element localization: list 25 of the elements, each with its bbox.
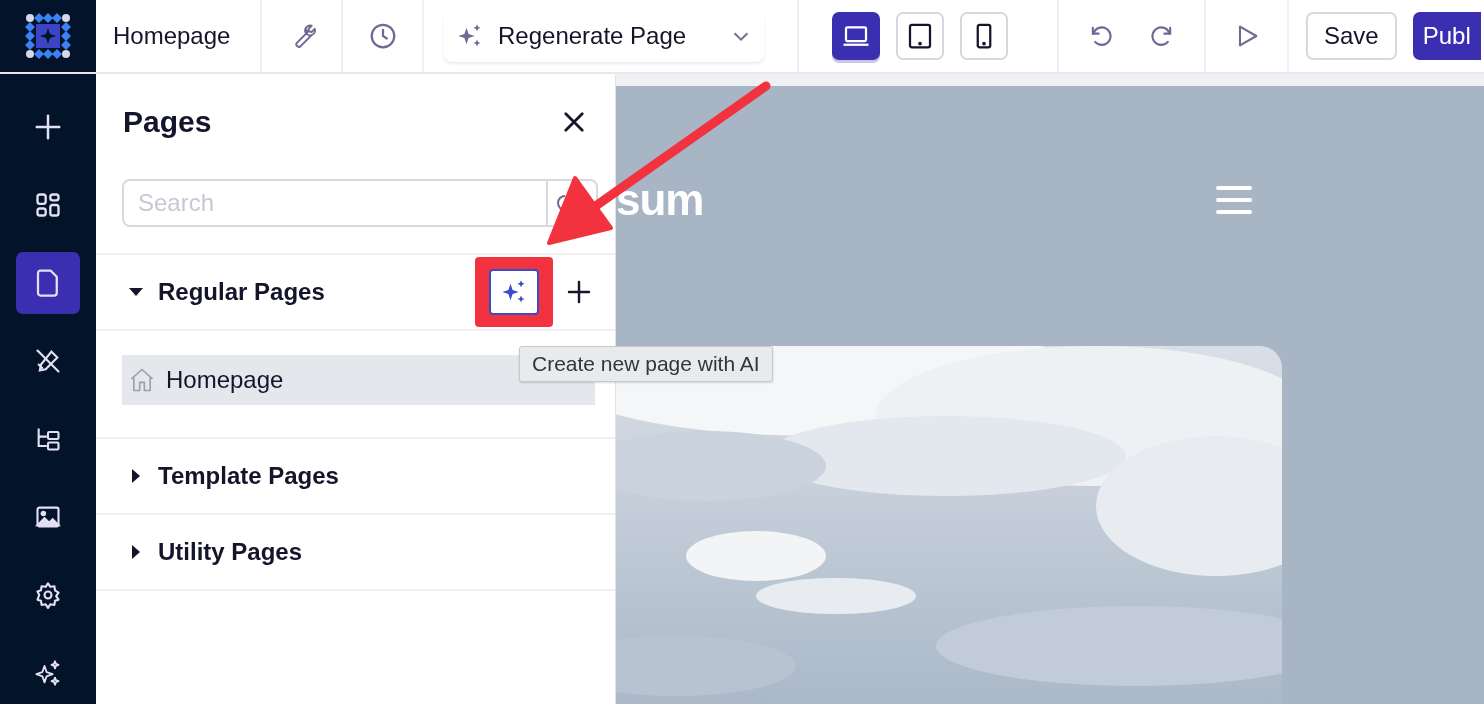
section-title[interactable]: Template Pages [158, 462, 595, 490]
sparkles-icon [34, 659, 62, 687]
section-title[interactable]: Utility Pages [158, 538, 595, 566]
search-field[interactable]: Search [122, 179, 548, 227]
page-name: Homepage [113, 22, 231, 50]
grid-icon [34, 191, 62, 219]
ai-page-button[interactable] [489, 269, 539, 315]
logo [25, 13, 71, 59]
home-icon [128, 366, 156, 394]
gear-icon [34, 581, 62, 609]
site-logo: sum [616, 175, 704, 225]
page-name: Homepage [166, 366, 284, 394]
plus-icon [567, 280, 591, 304]
tooltip: Create new page with AI [519, 346, 773, 382]
section-title[interactable]: Regular Pages [158, 278, 463, 306]
sidebar-button[interactable] [16, 252, 80, 314]
plus-icon [33, 112, 63, 142]
panel-title: Pages [123, 105, 212, 139]
device-button[interactable] [832, 12, 880, 60]
save-button[interactable]: Save [1306, 12, 1397, 60]
close-button[interactable] [563, 111, 585, 133]
regenerate-button[interactable]: Regenerate Page [444, 10, 764, 62]
publish-button[interactable]: Publ [1412, 12, 1481, 60]
close-icon [563, 111, 585, 133]
pencil-ruler-icon [34, 347, 62, 375]
